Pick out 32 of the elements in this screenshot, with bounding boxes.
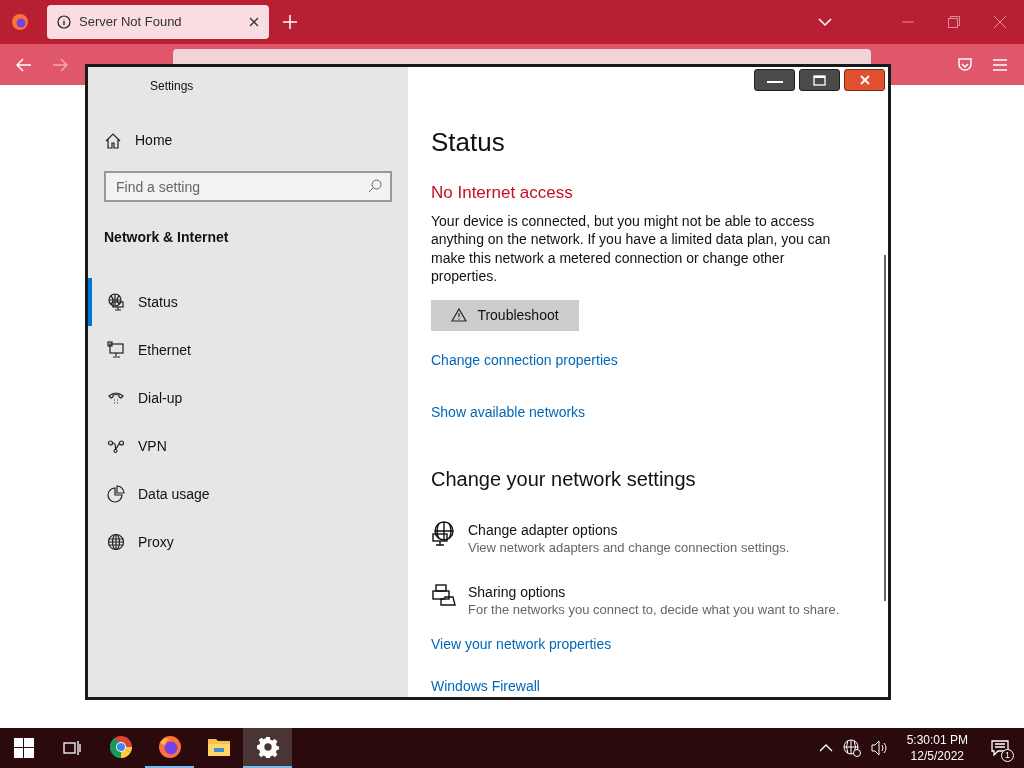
link[interactable]: Windows Firewall xyxy=(431,676,540,697)
link[interactable]: Show available networks xyxy=(431,402,586,423)
option-title: Sharing options xyxy=(468,583,567,601)
sidebar-item[interactable]: Data usage xyxy=(88,470,408,518)
option-description: View network adapters and change connection settings. xyxy=(468,539,790,557)
section-title: Network & Internet xyxy=(104,228,230,247)
sidebar-item[interactable]: Proxy xyxy=(88,518,408,566)
option-title: Change adapter options xyxy=(468,521,619,539)
sidebar-item[interactable]: Status xyxy=(88,278,408,326)
sidebar-item[interactable]: Dial-up xyxy=(88,374,408,422)
browser-tab[interactable]: Server Not Found xyxy=(47,5,269,39)
option-item[interactable]: Sharing options For the networks you connect to, decide what you want to share. xyxy=(431,583,848,619)
troubleshoot-button[interactable]: Troubleshoot xyxy=(431,299,579,331)
option-description: For the networks you connect to, decide what you want to share. xyxy=(468,601,840,619)
search-field[interactable]: Find a setting xyxy=(104,171,392,202)
option-item[interactable]: Change adapter options View network adapters and change connection settings. xyxy=(431,521,848,557)
sidebar-item[interactable]: Ethernet xyxy=(88,326,408,374)
window-title: Settings xyxy=(150,78,195,95)
tab-title: Server Not Found xyxy=(79,13,183,32)
section-heading: Change your network settings xyxy=(431,467,697,492)
sidebar-item[interactable]: VPN xyxy=(88,422,408,470)
link[interactable]: Change connection properties xyxy=(431,350,618,371)
home-link[interactable]: Home xyxy=(105,130,408,151)
date-text: 12/5/2022 xyxy=(910,748,964,764)
alert-text: No Internet access xyxy=(431,182,574,204)
clock[interactable]: 5:30:01 PM 12/5/2022 xyxy=(898,728,976,768)
notification-count: 1 xyxy=(1001,749,1014,762)
page-heading: Status xyxy=(431,126,506,159)
link[interactable]: View your network properties xyxy=(431,634,612,655)
description: Your device is connected, but you might not be able to access anything on the network. If you have a limited data plan, you can make this network a metered connection or change other properties. xyxy=(431,211,832,286)
notification-button[interactable]: 1 xyxy=(976,728,1024,768)
time-text: 5:30:01 PM xyxy=(906,732,968,748)
